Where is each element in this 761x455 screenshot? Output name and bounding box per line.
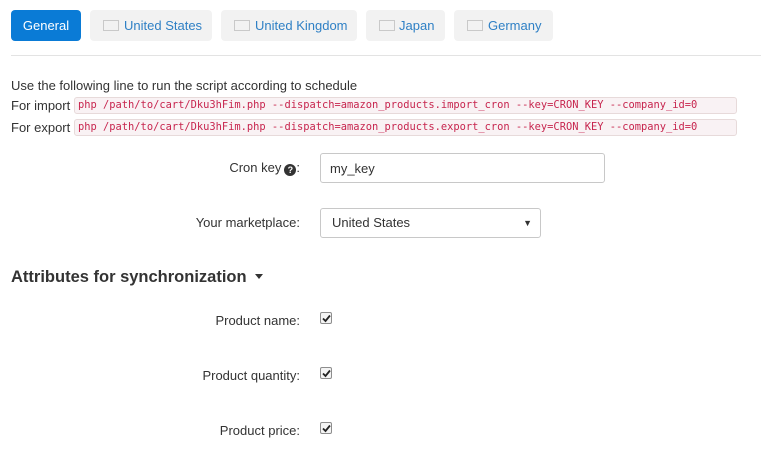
checkmark-icon (322, 369, 331, 378)
tab-label: General (22, 18, 70, 33)
cron-intro-text: Use the following line to run the script… (11, 78, 358, 93)
export-command-code: php /path/to/cart/Dku3hFim.php --dispatc… (74, 119, 737, 136)
marketplace-select[interactable]: United States ▼ (320, 208, 541, 238)
tab-label: United States (124, 18, 203, 33)
uk-flag-icon (234, 20, 250, 31)
product-quantity-checkbox[interactable] (320, 367, 332, 379)
tab-germany[interactable]: Germany (454, 10, 553, 41)
tab-united-kingdom[interactable]: United Kingdom (221, 10, 357, 41)
marketplace-label: Your marketplace: (195, 215, 300, 230)
import-label: For import (11, 98, 71, 113)
checkmark-icon (322, 424, 331, 433)
tab-japan[interactable]: Japan (366, 10, 445, 41)
export-label: For export (11, 120, 71, 135)
cron-key-label: Cron key?: (229, 160, 300, 176)
product-price-checkbox[interactable] (320, 422, 332, 434)
us-flag-icon (103, 20, 119, 31)
section-title: Attributes for synchronization (11, 268, 247, 286)
tab-label: Japan (399, 18, 435, 33)
japan-flag-icon (379, 20, 395, 31)
tab-divider (11, 55, 761, 56)
product-name-label: Product name: (215, 313, 300, 328)
marketplace-selected-value: United States (332, 215, 411, 230)
caret-down-icon (254, 274, 263, 279)
tab-united-states[interactable]: United States (90, 10, 212, 41)
attributes-section-toggle[interactable]: Attributes for synchronization (11, 268, 263, 287)
chevron-down-icon: ▼ (523, 218, 532, 228)
germany-flag-icon (467, 20, 483, 31)
tab-label: United Kingdom (255, 18, 348, 33)
cron-key-label-text: Cron key (229, 160, 282, 175)
checkmark-icon (322, 314, 331, 323)
tab-label: Germany (488, 18, 542, 33)
import-command-code: php /path/to/cart/Dku3hFim.php --dispatc… (74, 97, 737, 114)
cron-key-input[interactable] (320, 153, 605, 183)
product-quantity-label: Product quantity: (202, 368, 300, 383)
help-icon[interactable]: ? (284, 164, 297, 176)
product-name-checkbox[interactable] (320, 312, 332, 324)
product-price-label: Product price: (219, 423, 300, 438)
tab-general[interactable]: General (11, 10, 81, 41)
